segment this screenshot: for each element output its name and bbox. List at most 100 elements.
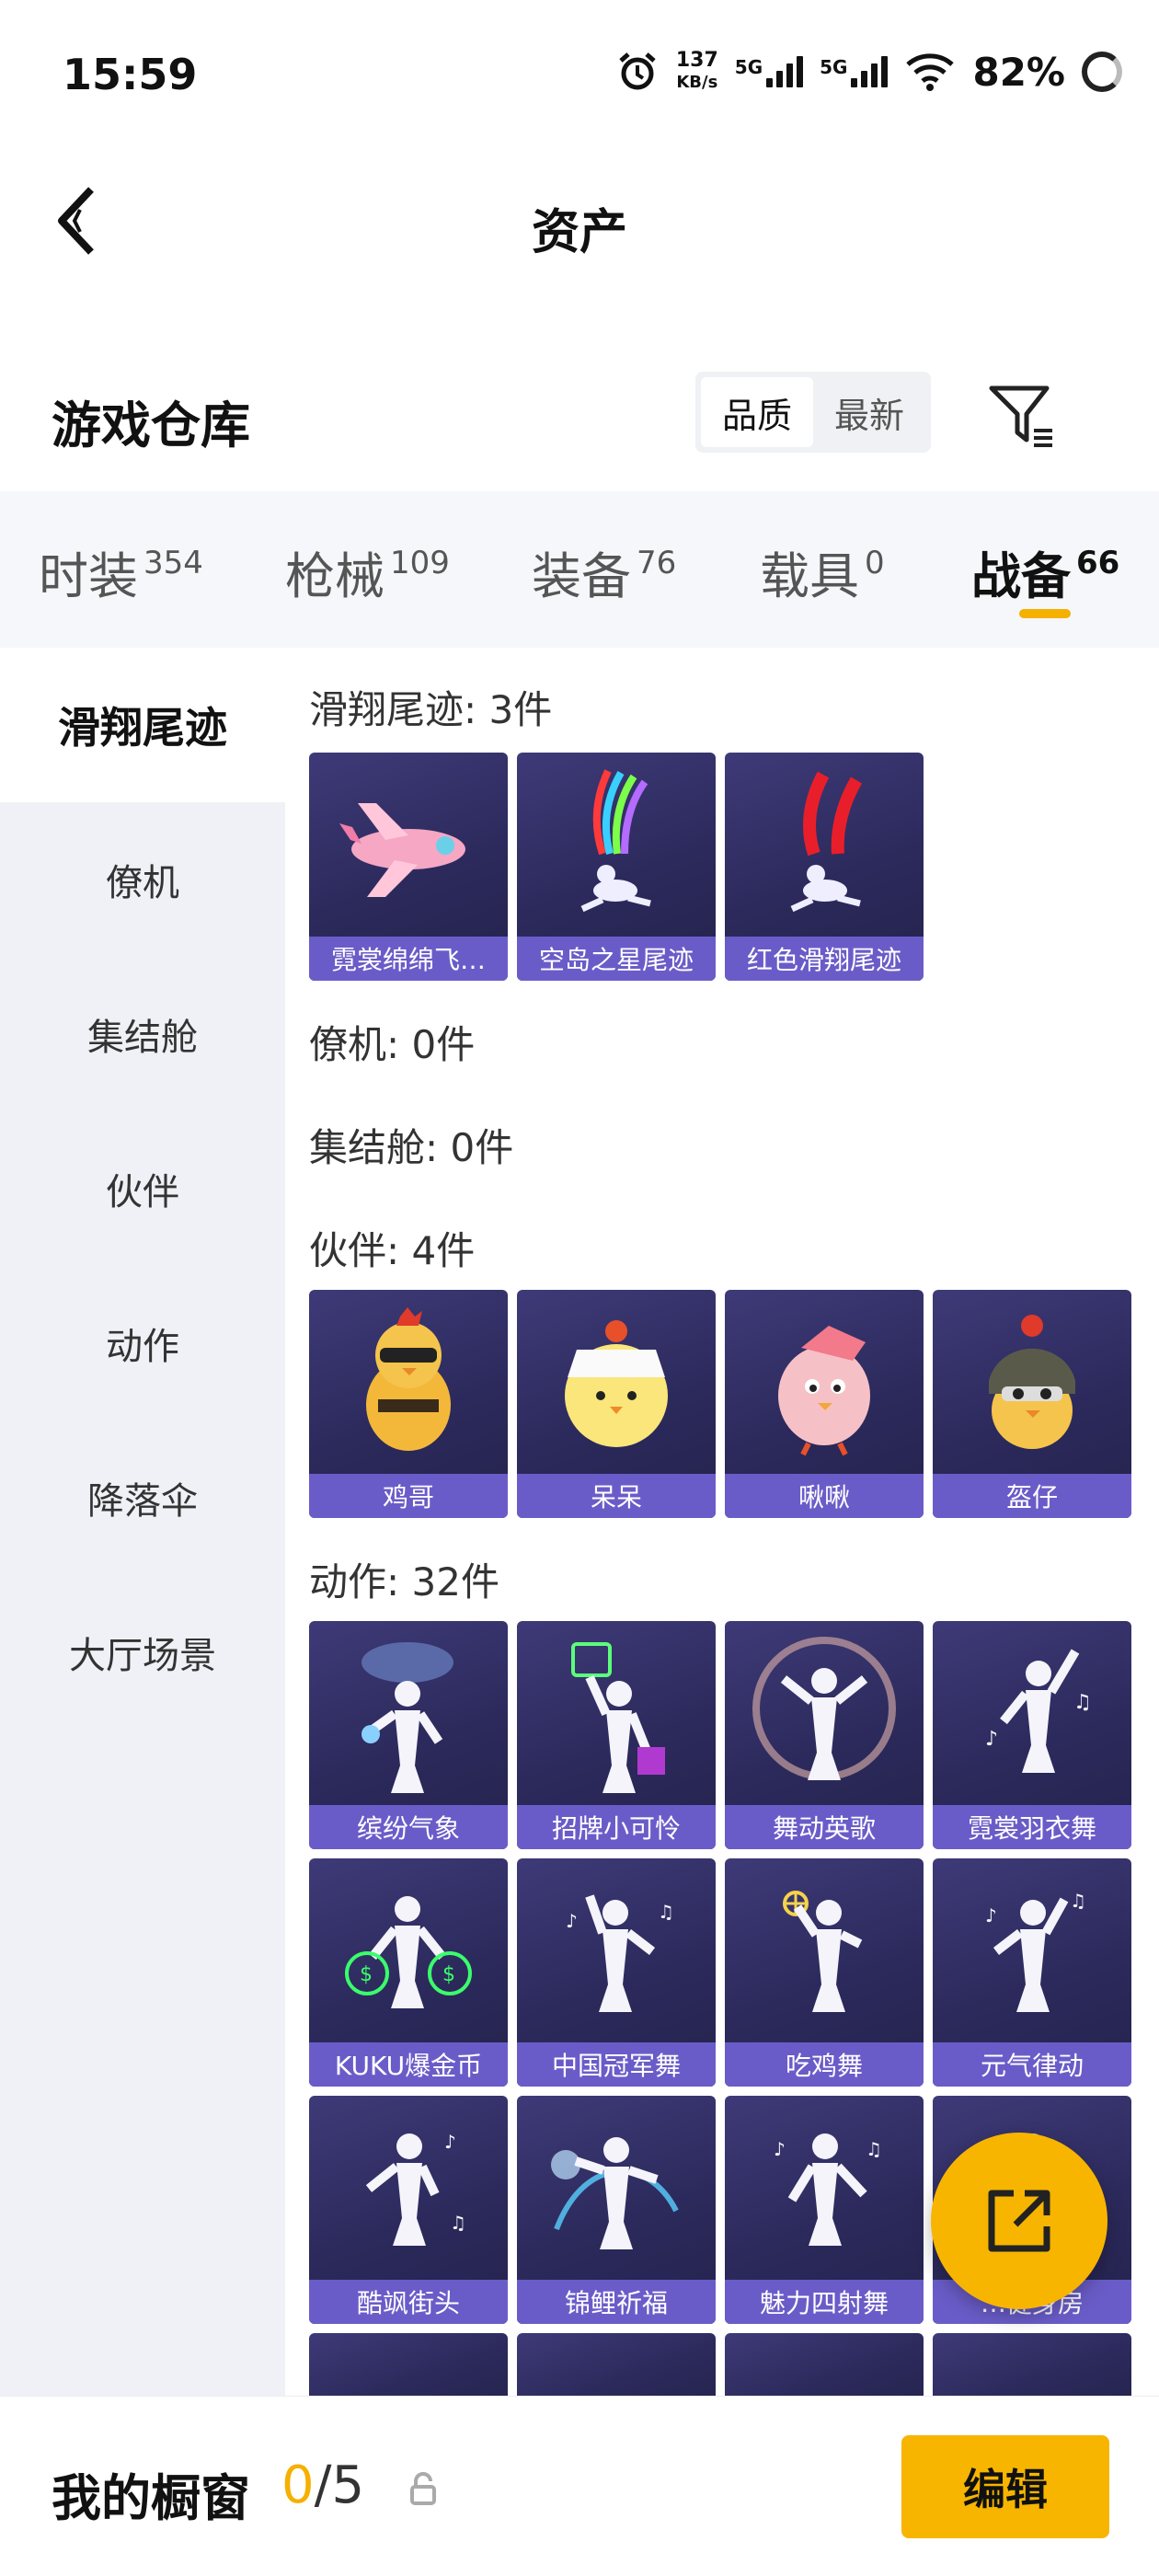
plane-icon <box>309 753 508 937</box>
sidebar-item-partner[interactable]: 伙伴 <box>0 1111 285 1266</box>
sidebar-item-lobby[interactable]: 大厅场景 <box>0 1575 285 1730</box>
sidebar-item-glide-trail[interactable]: 滑翔尾迹 <box>0 648 285 802</box>
svg-text:♫: ♫ <box>658 1901 674 1923</box>
item-card[interactable]: 舞动英歌 <box>725 1621 924 1849</box>
active-tab-indicator <box>1019 609 1071 618</box>
item-label: 盔仔 <box>933 1474 1131 1518</box>
network-speed: 137 KB/s <box>676 50 718 94</box>
signal-bars-icon <box>851 56 889 87</box>
item-card[interactable]: 啾啾 <box>725 1290 924 1518</box>
dancer-chicken-icon <box>725 1858 924 2042</box>
net-type-1: 5G <box>734 56 763 78</box>
dancer-cloud-icon <box>309 1621 508 1805</box>
item-card[interactable]: 红色滑翔尾迹 <box>725 753 924 981</box>
chicken-icon <box>309 1290 508 1474</box>
item-card[interactable]: 缤纷气象 <box>309 1621 508 1849</box>
tab-label: 战备 <box>971 547 1071 605</box>
dancer-koi-icon <box>517 2096 716 2280</box>
filter-icon[interactable] <box>986 379 1060 453</box>
svg-text:♫: ♫ <box>1073 1691 1092 1714</box>
item-card[interactable]: 招牌小可怜 <box>517 1621 716 1849</box>
item-card[interactable]: 鸡哥 <box>309 1290 508 1518</box>
item-label: 呆呆 <box>517 1474 716 1518</box>
showcase-count: 0/5 <box>281 2455 364 2515</box>
lock-icon <box>410 2472 436 2505</box>
dancer-music-icon: ♪ ♫ <box>933 1621 1131 1805</box>
section-title-partner: 伙伴: 4件 <box>309 1228 476 1273</box>
status-time: 15:59 <box>63 50 198 99</box>
item-label: 霓裳绵绵飞… <box>309 937 508 981</box>
share-button[interactable] <box>931 2133 1107 2309</box>
dancer-street-icon: ♪ ♫ <box>309 2096 508 2280</box>
sort-latest-button[interactable]: 最新 <box>813 377 925 447</box>
item-label: 吃鸡舞 <box>725 2042 924 2087</box>
item-card-partial[interactable] <box>517 2333 716 2396</box>
tab-count: 109 <box>390 545 450 581</box>
helmet-chick-icon <box>933 1290 1131 1474</box>
item-card-partial[interactable] <box>933 2333 1131 2396</box>
tab-count: 66 <box>1076 545 1120 581</box>
section-title-emote: 动作: 32件 <box>309 1559 499 1604</box>
dancer-champion-icon: ♪ ♫ <box>517 1858 716 2042</box>
item-card[interactable]: 霓裳绵绵飞… <box>309 753 508 981</box>
item-card[interactable]: 盔仔 <box>933 1290 1131 1518</box>
sidebar-item-wingman[interactable]: 僚机 <box>0 802 285 957</box>
item-card-partial[interactable] <box>309 2333 508 2396</box>
sidebar-item-emote[interactable]: 动作 <box>0 1266 285 1420</box>
item-label: 魅力四射舞 <box>725 2280 924 2324</box>
dancer-bubble-icon <box>725 1621 924 1805</box>
item-label: 酷飒街头 <box>309 2280 508 2324</box>
tab-fashion[interactable]: 时装 354 <box>39 535 203 608</box>
tab-readiness[interactable]: 战备 66 <box>971 535 1119 608</box>
dancer-energy-icon: ♪ ♫ <box>933 1858 1131 2042</box>
item-label: 中国冠军舞 <box>517 2042 716 2087</box>
dancer-sign-icon <box>517 1621 716 1805</box>
svg-text:♪: ♪ <box>566 1910 578 1932</box>
battery-ring-icon <box>1082 52 1122 92</box>
item-label: 舞动英歌 <box>725 1805 924 1849</box>
item-card-partial[interactable] <box>725 2333 924 2396</box>
wifi-icon <box>906 53 955 91</box>
tab-equipment[interactable]: 装备 76 <box>532 535 676 608</box>
warehouse-title: 游戏仓库 <box>52 397 250 454</box>
tab-count: 0 <box>865 545 885 581</box>
svg-text:♪: ♪ <box>985 1728 998 1751</box>
item-card[interactable]: 呆呆 <box>517 1290 716 1518</box>
item-card[interactable]: 空岛之星尾迹 <box>517 753 716 981</box>
item-card[interactable]: $ $ KUKU爆金币 <box>309 1858 508 2087</box>
item-card[interactable]: ♪ ♫ 酷飒街头 <box>309 2096 508 2324</box>
dancer-money-icon: $ $ <box>309 1858 508 2042</box>
status-bar: 15:59 137 KB/s 5G 5G 82% <box>0 0 1159 147</box>
sidebar-item-parachute[interactable]: 降落伞 <box>0 1420 285 1575</box>
svg-text:♪: ♪ <box>444 2131 456 2153</box>
svg-text:♪: ♪ <box>985 1904 997 1926</box>
speed-unit: KB/s <box>676 73 718 92</box>
sidebar-item-pod[interactable]: 集结舱 <box>0 957 285 1111</box>
section-title-glide: 滑翔尾迹: 3件 <box>309 687 553 732</box>
sort-toggle: 品质 最新 <box>695 372 931 453</box>
signal-bars-icon <box>766 56 804 87</box>
tab-label: 枪械 <box>285 547 384 605</box>
item-label: 空岛之星尾迹 <box>517 937 716 981</box>
item-card[interactable]: 锦鲤祈福 <box>517 2096 716 2324</box>
showcase-bar: 我的橱窗 0/5 编辑 <box>0 2396 1159 2576</box>
item-card[interactable]: 吃鸡舞 <box>725 1858 924 2087</box>
tab-vehicles[interactable]: 载具 0 <box>760 535 885 608</box>
app-root: 15:59 137 KB/s 5G 5G 82% 资产 游戏仓库 品质 最新 时… <box>0 0 1159 2576</box>
tab-label: 装备 <box>532 547 631 605</box>
item-card[interactable]: ♪ ♫ 中国冠军舞 <box>517 1858 716 2087</box>
item-card[interactable]: ♪ ♫ 元气律动 <box>933 1858 1131 2087</box>
item-label: 鸡哥 <box>309 1474 508 1518</box>
showcase-label: 我的橱窗 <box>52 2469 250 2527</box>
pink-bird-icon <box>725 1290 924 1474</box>
item-card[interactable]: ♪ ♫ 魅力四射舞 <box>725 2096 924 2324</box>
net-type-2: 5G <box>820 56 848 78</box>
page-title: 资产 <box>531 205 627 260</box>
category-tabs: 时装 354 枪械 109 装备 76 载具 0 战备 66 <box>0 491 1159 648</box>
item-card[interactable]: ♪ ♫ 霓裳羽衣舞 <box>933 1621 1131 1849</box>
edit-button[interactable]: 编辑 <box>901 2435 1109 2538</box>
glide-grid: 霓裳绵绵飞… 空岛之星尾迹 红色滑翔尾迹 <box>309 753 1131 981</box>
tab-guns[interactable]: 枪械 109 <box>285 535 450 608</box>
sort-quality-button[interactable]: 品质 <box>701 377 813 447</box>
item-label: 元气律动 <box>933 2042 1131 2087</box>
